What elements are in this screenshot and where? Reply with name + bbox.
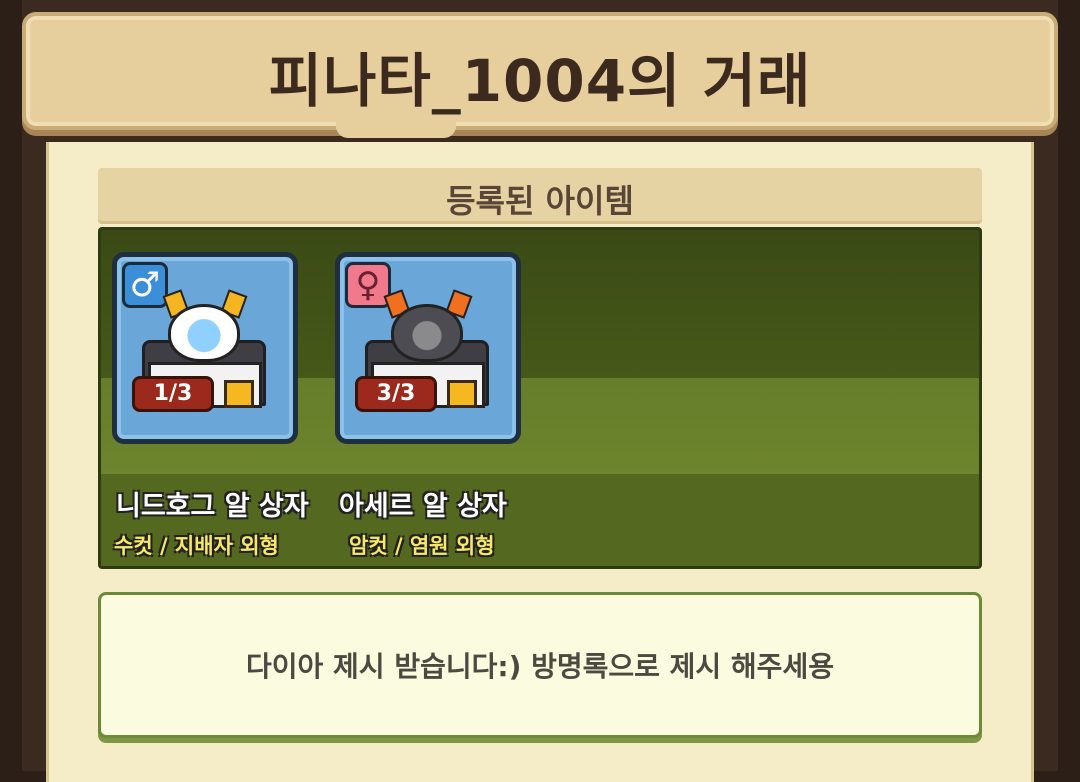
section-header: 등록된 아이템 [98, 168, 982, 224]
page-title: 피나타_1004의 거래 [268, 47, 812, 115]
item-card-aser[interactable]: ♀ 3/3 [335, 252, 521, 444]
trade-message-box: 다이아 제시 받습니다:) 방명록으로 제시 해주세용 [98, 592, 982, 738]
white-egg-nest-icon [168, 304, 240, 362]
female-icon: ♀ [345, 262, 391, 308]
title-plaque: 피나타_1004의 거래 [22, 12, 1058, 138]
gold-chest-icon [447, 380, 477, 408]
item-name: 아세르 알 상자 [339, 491, 507, 522]
item-name: 니드호그 알 상자 [116, 491, 309, 522]
item-card-nidhogg[interactable]: ♂ 1/3 [112, 252, 298, 444]
item-subtitle: 수컷 / 지배자 외형 [114, 534, 279, 558]
item-count: 1/3 [132, 376, 214, 412]
item-count: 3/3 [355, 376, 437, 412]
item-subtitle: 암컷 / 염원 외형 [349, 534, 495, 558]
trade-message: 다이아 제시 받습니다:) 방명록으로 제시 해주세용 [246, 650, 834, 683]
gold-chest-icon [224, 380, 254, 408]
section-title: 등록된 아이템 [446, 182, 634, 220]
dark-egg-nest-icon [391, 304, 463, 362]
male-icon: ♂ [122, 262, 168, 308]
